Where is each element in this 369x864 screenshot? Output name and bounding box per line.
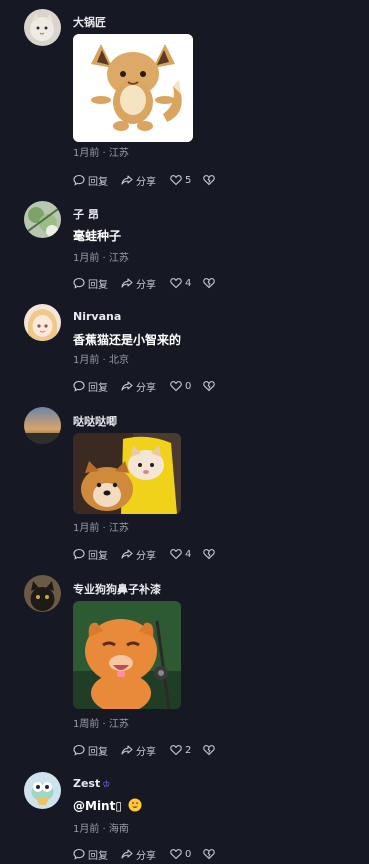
comment-image[interactable] xyxy=(73,433,181,514)
share-button[interactable]: 分享 xyxy=(121,173,156,188)
heart-icon xyxy=(170,175,182,186)
fan-badge-icon: ♔ xyxy=(102,780,111,790)
share-icon xyxy=(121,175,133,185)
dislike-button[interactable] xyxy=(203,276,218,290)
heart-icon xyxy=(170,381,182,392)
comment-meta: 1周前 · 江苏 xyxy=(73,719,129,730)
avatar[interactable] xyxy=(24,772,61,809)
reply-button[interactable]: 回复 xyxy=(73,379,108,394)
reply-button[interactable]: 回复 xyxy=(73,276,108,291)
broken-heart-icon xyxy=(203,549,215,560)
comment-icon xyxy=(73,744,85,756)
share-button[interactable]: 分享 xyxy=(121,847,156,862)
like-count: 4 xyxy=(185,548,192,560)
share-button[interactable]: 分享 xyxy=(121,547,156,562)
dislike-button[interactable] xyxy=(203,173,218,187)
comment-icon xyxy=(73,548,85,560)
share-button[interactable]: 分享 xyxy=(121,276,156,291)
share-label: 分享 xyxy=(136,746,156,758)
comment-meta: 1月前 · 江苏 xyxy=(73,523,129,534)
like-button[interactable]: 4 xyxy=(170,547,191,561)
broken-heart-icon xyxy=(203,381,215,392)
comment-text: 毫蛙种子 xyxy=(73,229,122,243)
heart-icon xyxy=(170,745,182,756)
broken-heart-icon xyxy=(203,278,215,289)
comment-icon xyxy=(73,277,85,289)
like-count: 2 xyxy=(185,744,192,756)
reply-label: 回复 xyxy=(88,382,108,394)
share-label: 分享 xyxy=(136,850,156,862)
share-label: 分享 xyxy=(136,382,156,394)
share-icon xyxy=(121,745,133,755)
comment-icon xyxy=(73,174,85,186)
like-count: 0 xyxy=(185,380,192,392)
comment-meta: 1月前 · 江苏 xyxy=(73,253,129,264)
reply-button[interactable]: 回复 xyxy=(73,743,108,758)
reply-label: 回复 xyxy=(88,176,108,188)
username[interactable]: Zest ♔ xyxy=(73,777,110,790)
username-text: Zest xyxy=(73,777,101,790)
like-button[interactable]: 0 xyxy=(170,847,191,861)
comment-icon xyxy=(73,848,85,860)
dislike-button[interactable] xyxy=(203,547,218,561)
reply-button[interactable]: 回复 xyxy=(73,547,108,562)
share-label: 分享 xyxy=(136,176,156,188)
share-button[interactable]: 分享 xyxy=(121,743,156,758)
like-count: 0 xyxy=(185,848,192,860)
dislike-button[interactable] xyxy=(203,379,218,393)
avatar[interactable] xyxy=(24,9,61,46)
comment-text: 香蕉猫还是小智来的 xyxy=(73,333,182,347)
comment-feed: 大锅匠 1月前 · 江苏 回复 分享 5 子 昂 毫蛙种子 1月前 · 江苏 回… xyxy=(0,0,369,864)
like-count: 4 xyxy=(185,277,192,289)
comment-text: @Mint▯ xyxy=(73,798,142,813)
heart-eyes-emoji-icon xyxy=(128,798,142,812)
username[interactable]: Nirvana xyxy=(73,310,121,323)
comment-meta: 1月前 · 江苏 xyxy=(73,148,129,159)
heart-icon xyxy=(170,278,182,289)
broken-heart-icon xyxy=(203,175,215,186)
like-button[interactable]: 2 xyxy=(170,743,191,757)
like-button[interactable]: 4 xyxy=(170,276,191,290)
comment-meta: 1月前 · 海南 xyxy=(73,824,129,835)
reply-label: 回复 xyxy=(88,850,108,862)
heart-icon xyxy=(170,849,182,860)
share-icon xyxy=(121,549,133,559)
avatar[interactable] xyxy=(24,407,61,444)
dislike-button[interactable] xyxy=(203,743,218,757)
dislike-button[interactable] xyxy=(203,847,218,861)
username[interactable]: 专业狗狗鼻子补漆 xyxy=(73,581,161,597)
avatar[interactable] xyxy=(24,575,61,612)
comment-icon xyxy=(73,380,85,392)
avatar[interactable] xyxy=(24,304,61,341)
broken-heart-icon xyxy=(203,849,215,860)
share-icon xyxy=(121,849,133,859)
comment-meta: 1月前 · 北京 xyxy=(73,355,129,366)
like-button[interactable]: 5 xyxy=(170,173,191,187)
comment-image[interactable] xyxy=(73,601,181,709)
share-label: 分享 xyxy=(136,279,156,291)
comment-image[interactable] xyxy=(73,34,193,142)
reply-button[interactable]: 回复 xyxy=(73,173,108,188)
reply-label: 回复 xyxy=(88,746,108,758)
broken-heart-icon xyxy=(203,745,215,756)
username[interactable]: 子 昂 xyxy=(73,206,99,222)
comment-text-content: @Mint▯ xyxy=(73,799,122,813)
username[interactable]: 大锅匠 xyxy=(73,14,106,30)
like-count: 5 xyxy=(185,174,192,186)
share-button[interactable]: 分享 xyxy=(121,379,156,394)
share-label: 分享 xyxy=(136,550,156,562)
reply-button[interactable]: 回复 xyxy=(73,847,108,862)
like-button[interactable]: 0 xyxy=(170,379,191,393)
username[interactable]: 哒哒哒唧 xyxy=(73,413,117,429)
share-icon xyxy=(121,278,133,288)
heart-icon xyxy=(170,549,182,560)
share-icon xyxy=(121,381,133,391)
avatar[interactable] xyxy=(24,201,61,238)
reply-label: 回复 xyxy=(88,279,108,291)
reply-label: 回复 xyxy=(88,550,108,562)
